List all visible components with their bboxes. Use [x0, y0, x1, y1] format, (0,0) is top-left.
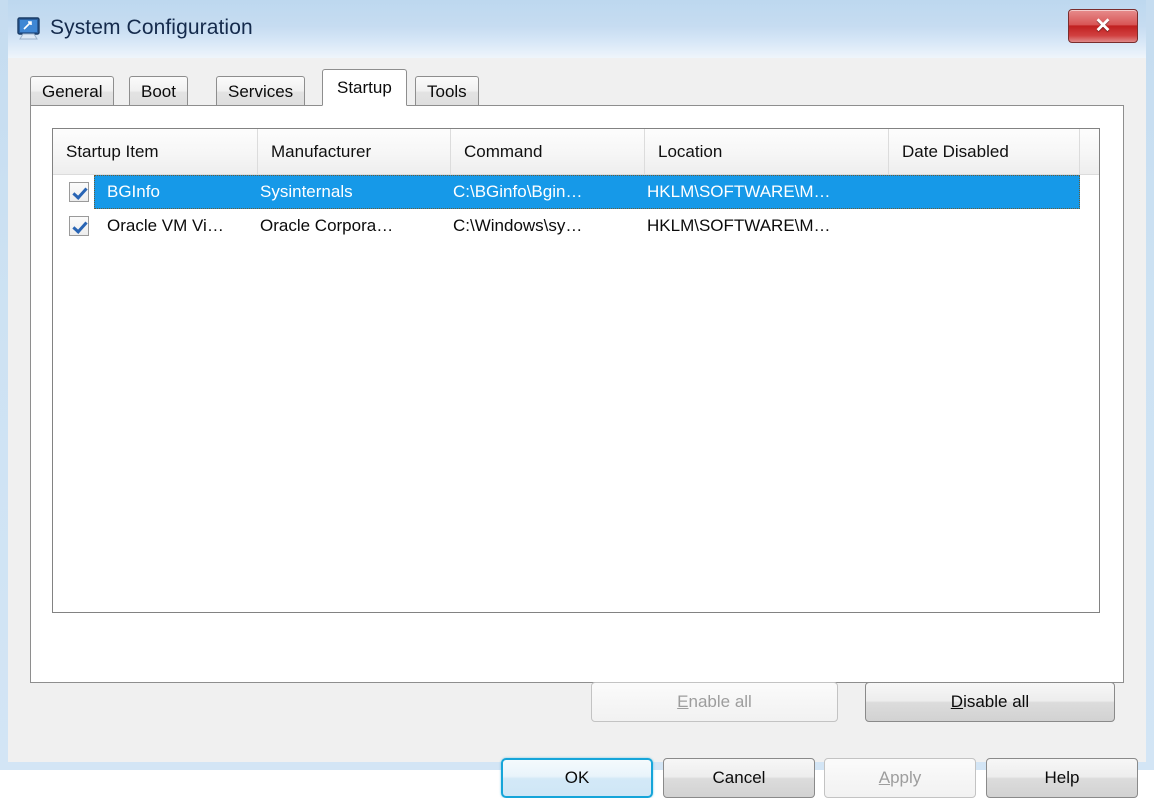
row-checkbox-wrap[interactable]	[69, 182, 89, 202]
tab-startup[interactable]: Startup	[322, 69, 407, 106]
tab-services-label: Services	[228, 82, 293, 102]
close-button[interactable]: ✕	[1068, 9, 1138, 43]
startup-item-checkbox[interactable]	[69, 182, 89, 202]
cancel-button[interactable]: Cancel	[663, 758, 815, 798]
cell-date-disabled	[889, 175, 1078, 209]
tab-tools[interactable]: Tools	[415, 76, 479, 106]
cell-location: HKLM\SOFTWARE\M…	[645, 209, 887, 243]
cell-command: C:\Windows\sy…	[451, 209, 643, 243]
startup-tab-panel: Startup Item Manufacturer Command Locati…	[30, 105, 1124, 683]
column-header-startup-item-label: Startup Item	[66, 142, 159, 162]
close-icon: ✕	[1095, 16, 1112, 36]
tab-strip: General Boot Services Startup Tools	[30, 70, 1124, 106]
ok-button-label: OK	[565, 768, 590, 788]
column-header-date-disabled-label: Date Disabled	[902, 142, 1009, 162]
cancel-button-label: Cancel	[713, 768, 766, 788]
cell-date-disabled	[889, 209, 1078, 243]
table-row[interactable]: BGInfo Sysinternals C:\BGinfo\Bgin… HKLM…	[94, 175, 1080, 209]
startup-items-list[interactable]: Startup Item Manufacturer Command Locati…	[52, 128, 1100, 613]
enable-all-accel: E	[677, 692, 688, 712]
disable-all-button[interactable]: Disable all	[865, 682, 1115, 722]
ok-button[interactable]: OK	[501, 758, 653, 798]
help-button-label: Help	[1045, 768, 1080, 788]
disable-all-accel: D	[951, 692, 963, 712]
window-title: System Configuration	[50, 16, 253, 40]
column-header-startup-item[interactable]: Startup Item	[53, 129, 258, 174]
column-header-command[interactable]: Command	[451, 129, 645, 174]
apply-button-label-rest: pply	[890, 768, 921, 788]
cell-location: HKLM\SOFTWARE\M…	[645, 175, 887, 209]
table-row[interactable]: Oracle VM Vi… Oracle Corpora… C:\Windows…	[94, 209, 1080, 243]
tab-tools-label: Tools	[427, 82, 467, 102]
cell-command: C:\BGinfo\Bgin…	[451, 175, 643, 209]
column-header-command-label: Command	[464, 142, 542, 162]
tab-services[interactable]: Services	[216, 76, 305, 106]
help-button[interactable]: Help	[986, 758, 1138, 798]
system-configuration-icon	[16, 16, 44, 42]
column-header-date-disabled[interactable]: Date Disabled	[889, 129, 1080, 174]
apply-button[interactable]: Apply	[824, 758, 976, 798]
dialog-client-area: General Boot Services Startup Tools Star…	[8, 58, 1146, 762]
window-frame-inner: System Configuration ✕ General Boot Serv…	[8, 0, 1146, 762]
cell-manufacturer: Oracle Corpora…	[258, 209, 448, 243]
system-configuration-window: System Configuration ✕ General Boot Serv…	[0, 0, 1154, 770]
startup-item-checkbox[interactable]	[69, 216, 89, 236]
list-rows: BGInfo Sysinternals C:\BGinfo\Bgin… HKLM…	[53, 175, 1099, 243]
row-checkbox-wrap[interactable]	[69, 216, 89, 236]
enable-all-button[interactable]: Enable all	[591, 682, 838, 722]
apply-button-accel: A	[879, 768, 890, 788]
column-header-location-label: Location	[658, 142, 722, 162]
tab-boot-label: Boot	[141, 82, 176, 102]
tab-boot[interactable]: Boot	[129, 76, 188, 106]
list-column-header-row: Startup Item Manufacturer Command Locati…	[53, 129, 1099, 175]
cell-manufacturer: Sysinternals	[258, 175, 448, 209]
column-header-manufacturer[interactable]: Manufacturer	[258, 129, 451, 174]
column-header-location[interactable]: Location	[645, 129, 889, 174]
tab-startup-label: Startup	[337, 78, 392, 98]
disable-all-label-rest: isable all	[963, 692, 1029, 712]
tab-general-label: General	[42, 82, 102, 102]
enable-all-label-rest: nable all	[689, 692, 752, 712]
column-header-spacer[interactable]	[1080, 129, 1099, 174]
tab-general[interactable]: General	[30, 76, 114, 106]
column-header-manufacturer-label: Manufacturer	[271, 142, 371, 162]
title-bar[interactable]: System Configuration ✕	[8, 0, 1146, 58]
